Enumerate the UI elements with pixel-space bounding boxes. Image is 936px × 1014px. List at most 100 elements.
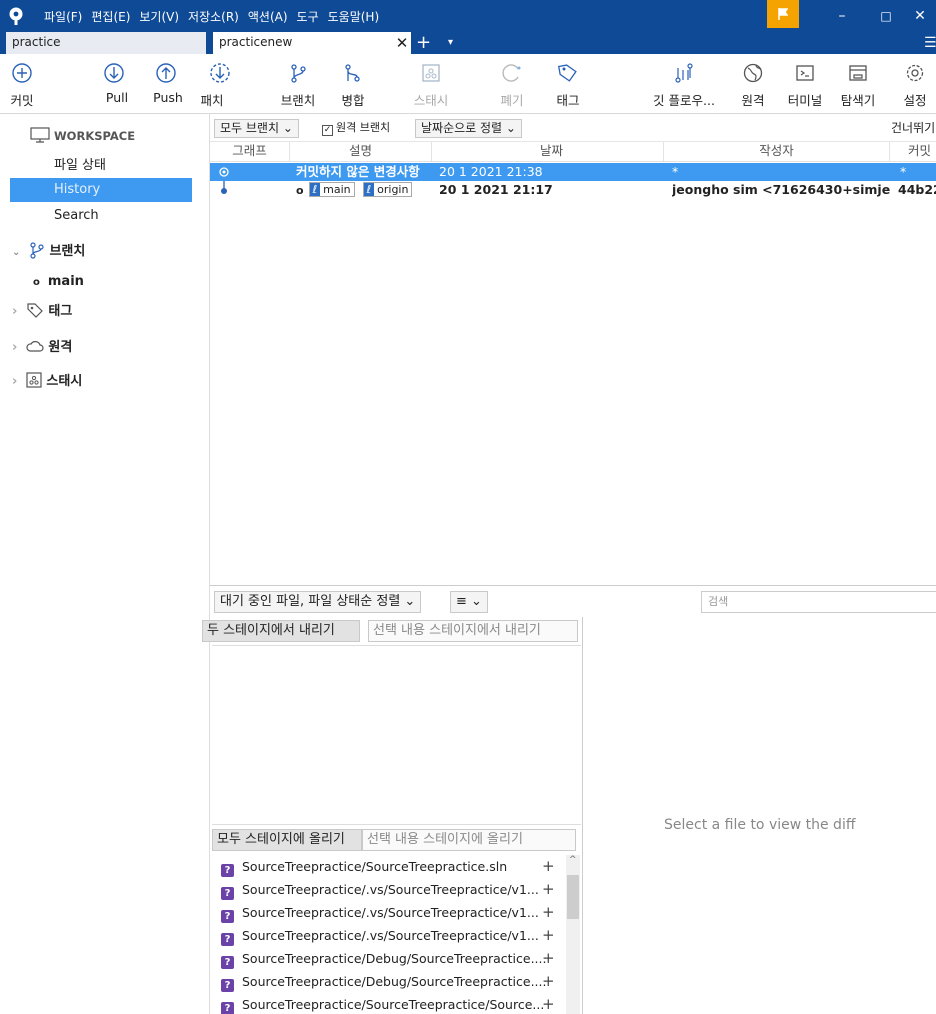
scrollbar-thumb[interactable]: [567, 875, 579, 919]
new-tab-icon[interactable]: +: [416, 32, 431, 53]
column-author[interactable]: 작성자: [664, 142, 890, 162]
search-input[interactable]: 검색: [701, 591, 936, 613]
unstage-all-button[interactable]: 두 스테이지에서 내리기: [202, 620, 360, 642]
settings-button[interactable]: 설정: [898, 62, 932, 112]
stage-file-plus-icon[interactable]: +: [542, 878, 555, 901]
terminal-icon: [796, 65, 814, 81]
sidebar-section-remotes[interactable]: › 원격: [0, 336, 210, 360]
tab-dropdown-icon[interactable]: ▾: [448, 32, 453, 54]
stage-file-plus-icon[interactable]: +: [542, 901, 555, 924]
table-row[interactable]: 커밋하지 않은 변경사항 20 1 2021 21:38 * *: [210, 163, 936, 181]
git-flow-button[interactable]: 깃 플로우...: [648, 62, 720, 112]
tab-practice[interactable]: practice: [6, 32, 206, 54]
list-item[interactable]: ? SourceTreepractice/SourceTreepractice/S…: [214, 993, 566, 1014]
row-date: 20 1 2021 21:38: [439, 164, 543, 179]
discard-button[interactable]: 폐기: [494, 62, 530, 112]
file-list-scrollbar[interactable]: ^: [566, 855, 580, 1014]
hamburger-menu-icon[interactable]: ☰: [924, 32, 936, 54]
pull-button[interactable]: Pull: [94, 62, 134, 112]
sidebar-branch-main[interactable]: o main: [0, 270, 210, 294]
sidebar-item-file-status[interactable]: 파일 상태: [0, 154, 210, 178]
title-bar: 파일(F) 편집(E) 보기(V) 저장소(R) 액션(A) 도구 도움말(H)…: [0, 0, 936, 32]
list-item[interactable]: ? SourceTreepractice/Debug/SourceTreeprac…: [214, 947, 566, 970]
list-item[interactable]: ? SourceTreepractice/SourceTreepractice.s…: [214, 855, 566, 878]
cloud-icon: [26, 341, 44, 352]
sidebar-item-history[interactable]: History: [10, 178, 192, 202]
menu-edit[interactable]: 편집(E): [91, 8, 130, 25]
table-row[interactable]: o ℓ main ℓ origin 20 1 2021 21:17 jeongho si…: [210, 181, 936, 199]
discard-label: 폐기: [500, 93, 524, 108]
stash-button[interactable]: 스태시: [408, 62, 454, 112]
all-branches-dropdown[interactable]: 모두 브랜치 ⌄: [214, 119, 299, 138]
sidebar-section-stashes[interactable]: › 스태시: [0, 370, 210, 394]
list-item[interactable]: ? SourceTreepractice/.vs/SourceTreepracti…: [214, 878, 566, 901]
unstaged-files-list: ? SourceTreepractice/SourceTreepractice.s…: [214, 855, 580, 1014]
merge-button[interactable]: 병합: [335, 62, 371, 112]
stage-file-plus-icon[interactable]: +: [542, 924, 555, 947]
explorer-button[interactable]: 탐색기: [836, 62, 880, 112]
remote-button[interactable]: 원격: [736, 62, 770, 112]
column-graph[interactable]: 그래프: [210, 142, 290, 162]
graph-node-commit: [218, 181, 238, 199]
close-window-button[interactable]: ✕: [904, 0, 936, 32]
stage-file-plus-icon[interactable]: +: [542, 970, 555, 993]
stage-selected-button[interactable]: 선택 내용 스테이지에 올리기: [362, 829, 576, 851]
menu-file[interactable]: 파일(F): [44, 8, 82, 25]
file-path: SourceTreepractice/Debug/SourceTreepract…: [242, 974, 547, 989]
merge-icon: [345, 64, 360, 82]
branch-tag-main-label: main: [323, 183, 351, 196]
sort-dropdown[interactable]: 날짜순으로 정렬 ⌄: [415, 119, 522, 138]
branches-label: 브랜치: [49, 244, 86, 259]
minimize-button[interactable]: –: [822, 0, 862, 32]
branch-tag-main[interactable]: ℓ main: [308, 182, 355, 197]
maximize-button[interactable]: □: [866, 0, 906, 32]
terminal-button[interactable]: 터미널: [782, 62, 828, 112]
list-item[interactable]: ? SourceTreepractice/.vs/SourceTreepracti…: [214, 901, 566, 924]
terminal-label: 터미널: [787, 93, 823, 108]
column-commit[interactable]: 커밋: [890, 142, 936, 162]
row-author: jeongho sim <71626430+simjeo: [672, 182, 890, 197]
push-button[interactable]: Push: [146, 62, 186, 112]
menu-bar: 파일(F) 편집(E) 보기(V) 저장소(R) 액션(A) 도구 도움말(H): [44, 0, 379, 32]
chevron-right-icon: ›: [12, 374, 18, 389]
list-item[interactable]: ? SourceTreepractice/.vs/SourceTreepracti…: [214, 924, 566, 947]
fetch-button[interactable]: 패치: [200, 62, 240, 112]
untracked-file-icon: ?: [221, 864, 234, 877]
menu-help[interactable]: 도움말(H): [328, 8, 380, 25]
menu-actions[interactable]: 액션(A): [248, 8, 288, 25]
notification-flag-button[interactable]: [767, 0, 799, 28]
view-mode-dropdown[interactable]: ≡ ⌄: [450, 591, 488, 613]
explorer-icon: [849, 65, 867, 81]
pending-files-sort-dropdown[interactable]: 대기 중인 파일, 파일 상태순 정렬 ⌄: [214, 591, 422, 613]
globe-icon: [743, 63, 763, 83]
stage-all-button[interactable]: 모두 스테이지에 올리기: [212, 829, 362, 851]
sidebar-item-search[interactable]: Search: [0, 204, 210, 228]
stage-file-plus-icon[interactable]: +: [542, 947, 555, 970]
sourcetree-logo-icon: [9, 7, 23, 25]
diff-panel: Select a file to view the diff: [584, 617, 936, 1014]
menu-view[interactable]: 보기(V): [139, 8, 179, 25]
stage-file-plus-icon[interactable]: +: [542, 855, 555, 878]
stage-file-plus-icon[interactable]: +: [542, 993, 555, 1014]
chevron-down-icon: ⌄: [12, 247, 21, 258]
column-date[interactable]: 날짜: [432, 142, 664, 162]
menu-repository[interactable]: 저장소(R): [188, 8, 239, 25]
tab-close-icon[interactable]: ✕: [393, 32, 411, 54]
sidebar-section-tags[interactable]: › 태그: [0, 300, 210, 324]
menu-tools[interactable]: 도구: [297, 8, 319, 25]
branch-tag-origin[interactable]: ℓ origin: [362, 182, 413, 197]
sidebar-section-branches[interactable]: ⌄ 브랜치: [0, 240, 210, 264]
list-item[interactable]: ? SourceTreepractice/Debug/SourceTreeprac…: [214, 970, 566, 993]
row-date: 20 1 2021 21:17: [439, 182, 553, 197]
commit-button[interactable]: 커밋: [4, 62, 40, 112]
remote-branch-checkbox[interactable]: ✓ 원격 브랜치: [322, 119, 390, 137]
scroll-up-icon[interactable]: ^: [569, 855, 577, 865]
branch-button[interactable]: 브랜치: [273, 62, 323, 112]
stashes-label: 스태시: [46, 374, 83, 389]
unstage-selected-button[interactable]: 선택 내용 스테이지에서 내리기: [368, 620, 578, 642]
tag-button[interactable]: 태그: [550, 62, 586, 112]
gear-icon: [906, 64, 924, 82]
column-description[interactable]: 설명: [290, 142, 432, 162]
tab-practicenew[interactable]: practicenew: [213, 32, 393, 54]
row-author: *: [672, 164, 679, 179]
